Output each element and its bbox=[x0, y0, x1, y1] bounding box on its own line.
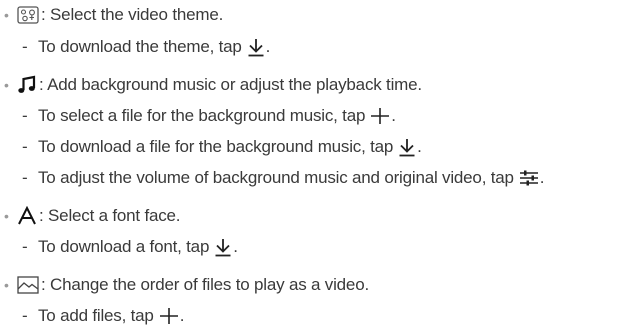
bullet: • bbox=[4, 7, 9, 23]
list-item-image: • : Change the order of files to play as… bbox=[0, 272, 632, 298]
list-item-music: • : Add background music or adjust the p… bbox=[0, 72, 632, 98]
item-text: : Select the video theme. bbox=[41, 5, 224, 24]
instruction-list: • : Select the video theme. - To downloa… bbox=[0, 0, 632, 334]
list-item-font: • : Select a font face. bbox=[0, 203, 632, 229]
theme-icon bbox=[17, 6, 39, 24]
item-text: : Add background music or adjust the pla… bbox=[39, 75, 422, 94]
sub-item-text: To download a file for the background mu… bbox=[38, 137, 394, 156]
sub-item-text: To add files, tap bbox=[38, 306, 154, 325]
sub-item-text: To select a file for the background musi… bbox=[38, 106, 366, 125]
font-icon bbox=[17, 206, 37, 226]
sub-item: - To add files, tap . bbox=[22, 306, 185, 326]
sub-item-text: To download the theme, tap bbox=[38, 37, 242, 56]
bullet: • bbox=[4, 277, 9, 293]
item-text: : Change the order of files to play as a… bbox=[41, 275, 369, 294]
list-item-theme: • : Select the video theme. bbox=[0, 2, 632, 28]
item-text: : Select a font face. bbox=[39, 206, 181, 225]
sub-item: - To download a file for the background … bbox=[22, 137, 422, 157]
download-icon bbox=[398, 137, 416, 157]
image-icon bbox=[17, 276, 39, 294]
volume-adjust-icon bbox=[519, 170, 539, 186]
add-icon bbox=[159, 306, 179, 326]
add-icon bbox=[370, 106, 390, 126]
sub-item: - To select a file for the background mu… bbox=[22, 106, 396, 126]
download-icon bbox=[247, 37, 265, 57]
sub-item: - To adjust the volume of background mus… bbox=[22, 168, 545, 187]
sub-item: - To download a font, tap . bbox=[22, 237, 238, 257]
bullet: • bbox=[4, 77, 9, 93]
sub-item: - To download the theme, tap . bbox=[22, 37, 271, 57]
download-icon bbox=[214, 237, 232, 257]
music-note-icon bbox=[17, 75, 37, 95]
sub-item-text: To download a font, tap bbox=[38, 237, 210, 256]
bullet: • bbox=[4, 208, 9, 224]
sub-item-text: To adjust the volume of background music… bbox=[38, 168, 514, 187]
